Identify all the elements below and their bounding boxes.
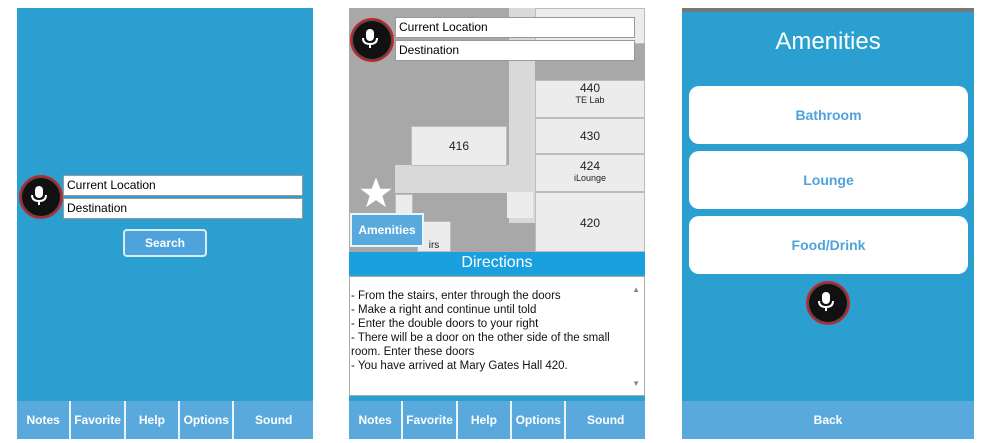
room-name: iLounge (573, 173, 607, 183)
current-location-field[interactable]: Current Location (63, 175, 303, 196)
directions-header: Directions (349, 252, 645, 274)
tab-favorite[interactable]: Favorite (71, 401, 126, 439)
amenity-lounge-button[interactable]: Lounge (689, 151, 968, 209)
tab-help[interactable]: Help (457, 401, 513, 439)
direction-step: - From the stairs, enter through the doo… (351, 290, 561, 302)
back-button[interactable]: Back (682, 401, 974, 439)
amenity-bathroom-button[interactable]: Bathroom (689, 86, 968, 144)
map-corridor (395, 165, 525, 193)
room-number: 416 (448, 139, 470, 153)
map-room-424[interactable]: 424 iLounge (535, 154, 645, 192)
top-edge (682, 8, 974, 12)
current-location-field[interactable]: Current Location (395, 17, 635, 38)
microphone-icon (31, 186, 47, 205)
room-number: 424 (579, 159, 601, 173)
destination-field[interactable]: Destination (395, 40, 635, 61)
microphone-button[interactable] (19, 175, 63, 219)
microphone-button[interactable] (350, 18, 394, 62)
destination-field[interactable]: Destination (63, 198, 303, 219)
map-room-420[interactable]: 420 (535, 192, 645, 252)
room-number: 440 (579, 81, 601, 95)
microphone-icon (818, 292, 834, 311)
search-screen: Current Location Destination Search Note… (17, 8, 313, 439)
room-name: TE Lab (575, 95, 605, 105)
page-title: Amenities (775, 28, 881, 55)
direction-step: - Enter the double doors to your right (351, 318, 539, 330)
directions-screen: 440 TE Lab 430 424 iLounge 420 416 irs C… (349, 8, 645, 439)
direction-step: - Make a right and continue until told (351, 304, 537, 316)
amenities-screen: Amenities Bathroom Lounge Food/Drink Bac… (682, 8, 974, 439)
room-number: 430 (579, 129, 601, 143)
microphone-icon (362, 29, 378, 48)
room-number: 420 (579, 216, 601, 230)
direction-step: - You have arrived at Mary Gates Hall 42… (351, 360, 568, 372)
map-room-416[interactable]: 416 (411, 126, 507, 166)
directions-text-box[interactable]: - From the stairs, enter through the doo… (349, 276, 645, 396)
tab-favorite[interactable]: Favorite (403, 401, 458, 439)
map-room-430[interactable]: 430 (535, 118, 645, 154)
amenities-button[interactable]: Amenities (350, 213, 424, 247)
tab-options[interactable]: Options (180, 401, 235, 439)
tab-help[interactable]: Help (125, 401, 181, 439)
tab-sound[interactable]: Sound (234, 401, 313, 439)
map-room-440[interactable]: 440 TE Lab (535, 80, 645, 118)
tab-options[interactable]: Options (512, 401, 567, 439)
scroll-up-arrow[interactable]: ▲ (632, 283, 640, 297)
star-icon[interactable] (359, 176, 393, 210)
tab-notes[interactable]: Notes (349, 401, 404, 439)
direction-step: - There will be a door on the other side… (351, 332, 610, 358)
tab-bar: Notes Favorite Help Options Sound (17, 401, 313, 439)
floor-map[interactable]: 440 TE Lab 430 424 iLounge 420 416 irs C… (349, 8, 645, 252)
stairs-label: irs (428, 240, 440, 251)
microphone-button[interactable] (806, 281, 850, 325)
tab-sound[interactable]: Sound (566, 401, 645, 439)
map-corridor (507, 192, 533, 218)
search-button[interactable]: Search (123, 229, 207, 257)
tab-notes[interactable]: Notes (17, 401, 72, 439)
scroll-down-arrow[interactable]: ▼ (632, 377, 640, 391)
amenity-food-drink-button[interactable]: Food/Drink (689, 216, 968, 274)
tab-bar: Notes Favorite Help Options Sound (349, 401, 645, 439)
